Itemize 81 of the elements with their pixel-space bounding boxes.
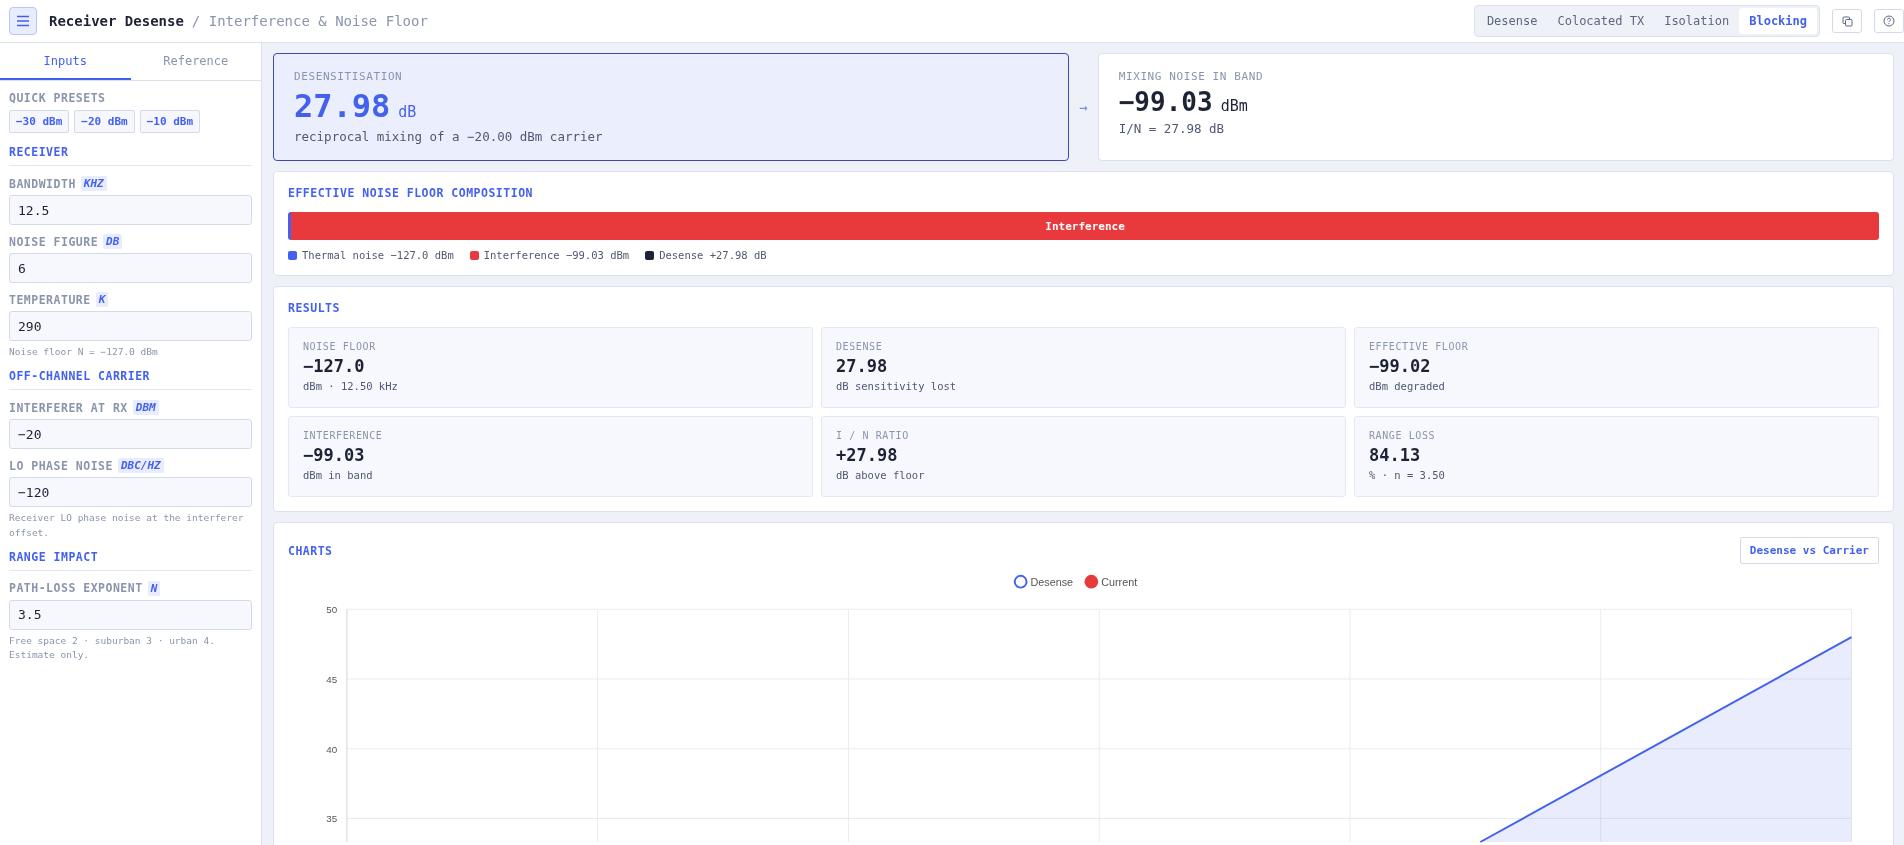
legend-label: Current (1101, 575, 1138, 588)
unit-tag: DBC/HZ (117, 458, 164, 474)
input-field[interactable]: 3.5 (9, 599, 252, 630)
chart-select-button[interactable]: Desense vs Carrier (1739, 537, 1879, 564)
unit-tag: DB (103, 234, 123, 249)
summary-value: −99.03 (1118, 87, 1213, 117)
help-button[interactable] (1874, 9, 1904, 33)
menu-icon (16, 15, 30, 27)
metric-value: 84.13 (1369, 445, 1422, 465)
metric-caption: % · n = 3.50 (1369, 469, 1446, 481)
summary-value: 27.98 (294, 87, 391, 125)
card-title: CHARTS (288, 543, 333, 558)
mode-tab[interactable]: Isolation (1654, 8, 1740, 34)
mode-tab[interactable]: Blocking (1739, 8, 1817, 34)
preset-button[interactable]: −30 dBm (9, 110, 70, 133)
metric-value: −99.03 (303, 445, 366, 465)
metric-value: −99.02 (1369, 356, 1432, 376)
metric-label: I / N RATIO (836, 430, 910, 441)
metric-value: −127.0 (303, 356, 366, 376)
legend-label: Desense (1030, 575, 1074, 588)
summary-note: reciprocal mixing of a −20.00 dBm carrier (294, 129, 604, 144)
field-label: TEMPERATURE (9, 292, 91, 307)
field-hint: Noise floor N = −127.0 dBm (9, 345, 159, 359)
bar-segment: Interference (291, 212, 1879, 240)
card-title: EFFECTIVE NOISE FLOOR COMPOSITION (288, 186, 534, 200)
help-icon (1883, 15, 1895, 27)
field-label: LO PHASE NOISE (9, 458, 113, 473)
field-label: PATH-LOSS EXPONENT (9, 581, 143, 596)
summary-unit: dBm (1220, 97, 1248, 115)
card-title: RESULTS (288, 301, 341, 315)
metric-value: +27.98 (836, 445, 899, 465)
y-axis-label: 35 (326, 813, 338, 825)
y-axis-label: 45 (326, 673, 338, 685)
unit-tag: N (147, 580, 161, 596)
section-title: OFF-CHANNEL CARRIER (9, 369, 252, 391)
metric-label: EFFECTIVE FLOOR (1369, 341, 1470, 352)
metric-caption: dBm degraded (1369, 380, 1446, 392)
metric-label: DESENSE (836, 341, 884, 352)
field-label: BANDWIDTH (9, 176, 76, 191)
copy-button[interactable] (1832, 9, 1862, 33)
field-label: INTERFERER AT RX (9, 400, 128, 415)
preset-button[interactable]: −10 dBm (139, 110, 201, 133)
unit-tag: K (95, 292, 109, 307)
metric-caption: dBm · 12.50 kHz (303, 380, 399, 392)
app-title: Receiver Desense (49, 13, 184, 29)
metric-caption: dB sensitivity lost (836, 380, 958, 392)
input-field[interactable]: −20 (9, 419, 252, 450)
section-title: RECEIVER (9, 145, 252, 166)
legend-label: Desense +27.98 dB (659, 249, 767, 261)
metric-value: 27.98 (836, 356, 889, 376)
metric-label: NOISE FLOOR (303, 341, 377, 352)
input-field[interactable]: −120 (9, 477, 252, 508)
input-field[interactable]: 290 (9, 311, 252, 341)
metric-caption: dBm in band (303, 469, 374, 481)
metric-label: INTERFERENCE (303, 430, 384, 441)
y-axis-label: 40 (326, 743, 338, 755)
unit-tag: DBM (132, 400, 159, 416)
mode-tab[interactable]: Desense (1476, 8, 1548, 34)
preset-button[interactable]: −20 dBm (74, 110, 135, 133)
summary-label: MIXING NOISE IN BAND (1118, 70, 1265, 83)
field-hint: Receiver LO phase noise at the interferer offset. (9, 511, 245, 540)
summary-label: DESENSITISATION (294, 70, 404, 83)
input-field[interactable]: 12.5 (9, 195, 252, 225)
field-label: NOISE FIGURE (9, 234, 99, 249)
metric-label: RANGE LOSS (1369, 430, 1437, 441)
legend-label: Thermal noise −127.0 dBm (302, 249, 454, 261)
summary-note: I/N = 27.98 dB (1118, 121, 1226, 136)
field-hint: Free space 2 · suburban 3 · urban 4. Estimate only. (9, 633, 216, 662)
copy-icon (1841, 15, 1853, 27)
input-field[interactable]: 6 (9, 253, 252, 283)
y-axis-label: 50 (326, 604, 338, 616)
arrow-icon: → (1079, 99, 1088, 115)
menu-button[interactable] (9, 7, 37, 35)
unit-tag: KHZ (80, 176, 107, 191)
section-title: RANGE IMPACT (9, 549, 252, 571)
legend-label: Interference −99.03 dBm (483, 249, 630, 261)
summary-unit: dB (398, 103, 417, 121)
presets-label: QUICK PRESETS (9, 91, 107, 105)
page-subtitle: / Interference & Noise Floor (191, 13, 428, 29)
mode-tab[interactable]: Colocated TX (1547, 8, 1655, 34)
metric-caption: dB above floor (836, 469, 926, 481)
